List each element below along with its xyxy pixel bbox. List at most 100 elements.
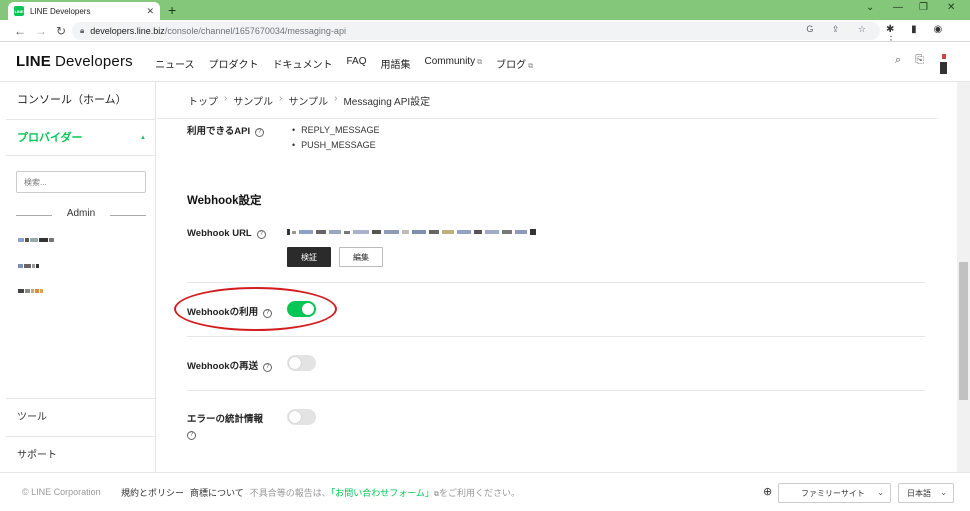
webhook-url-text: Webhook URL bbox=[187, 228, 252, 239]
nav-faq[interactable]: FAQ bbox=[347, 56, 367, 71]
external-link-icon: ⧉ bbox=[528, 63, 534, 70]
webhook-redelivery-toggle[interactable] bbox=[287, 355, 316, 371]
chevron-right-icon: › bbox=[334, 93, 338, 104]
language-label: 日本語 bbox=[907, 488, 931, 498]
api-list: REPLY_MESSAGE PUSH_MESSAGE bbox=[292, 123, 380, 153]
back-arrow-icon[interactable]: ← bbox=[14, 23, 26, 39]
sidebar-item-console-home[interactable]: コンソール（ホーム） bbox=[6, 82, 156, 120]
available-api-text: 利用できるAPI bbox=[187, 126, 251, 137]
language-select[interactable]: 日本語 ⌄ bbox=[898, 483, 954, 503]
footer-report-prefix: 不具合等の報告は、 bbox=[249, 488, 331, 498]
sidebar-item-provider-redacted-3[interactable] bbox=[18, 280, 44, 293]
nav-news[interactable]: ニュース bbox=[155, 56, 195, 71]
global-nav: ニュース プロダクト ドキュメント FAQ 用語集 Community ⧉ ブログ… bbox=[155, 56, 533, 71]
nav-glossary[interactable]: 用語集 bbox=[381, 56, 411, 71]
toggle-knob bbox=[289, 411, 301, 423]
address-bar[interactable]: 🔒︎ developers.line.biz /console/channel/… bbox=[72, 22, 880, 40]
new-tab-button[interactable]: + bbox=[168, 2, 176, 18]
breadcrumb-current: Messaging API設定 bbox=[343, 97, 431, 108]
omnibox-action-icons[interactable]: G ⇪ ☆ bbox=[806, 24, 874, 35]
page-scrollbar[interactable] bbox=[957, 82, 970, 472]
forward-arrow-icon[interactable]: → bbox=[35, 23, 47, 39]
error-statistics-label: エラーの統計情報? bbox=[187, 412, 263, 442]
family-site-label: ファミリーサイト bbox=[801, 488, 865, 498]
minimize-button[interactable]: — bbox=[893, 2, 903, 13]
url-path: /console/channel/1657670034/messaging-ap… bbox=[164, 26, 346, 36]
sidebar-item-provider[interactable]: プロバイダー ▲ bbox=[6, 120, 156, 156]
webhook-redelivery-label: Webhookの再送? bbox=[187, 358, 273, 372]
close-window-button[interactable]: ✕ bbox=[947, 2, 955, 13]
browser-toolbar: ← → ↻ 🔒︎ developers.line.biz /console/ch… bbox=[0, 20, 970, 42]
browser-tab[interactable]: LINE LINE Developers ✕ bbox=[8, 2, 160, 20]
help-icon[interactable]: ? bbox=[263, 363, 273, 372]
sidebar-item-provider-redacted-2[interactable] bbox=[18, 255, 40, 268]
webhook-redelivery-text: Webhookの再送 bbox=[187, 361, 259, 372]
logo-developers: Developers bbox=[54, 53, 133, 70]
url-host: developers.line.biz bbox=[90, 26, 165, 36]
verify-button[interactable]: 検証 bbox=[287, 247, 331, 267]
line-developers-logo[interactable]: LINE Developers bbox=[16, 53, 133, 70]
breadcrumb-top[interactable]: トップ bbox=[188, 93, 218, 108]
tab-search-icon[interactable]: ⌄ bbox=[866, 2, 874, 13]
plus-circle-icon: ⊕ bbox=[763, 486, 773, 498]
family-site-select[interactable]: ⊕ ファミリーサイト ⌄ bbox=[763, 483, 891, 503]
maximize-button[interactable]: ❐ bbox=[919, 2, 928, 13]
tab-close-icon[interactable]: ✕ bbox=[146, 6, 154, 17]
search-icon[interactable]: ⌕ bbox=[895, 54, 901, 74]
provider-search-input[interactable] bbox=[16, 171, 146, 193]
footer: © LINE Corporation 規約とポリシー 商標について 不具合等の報… bbox=[0, 472, 970, 511]
list-item: PUSH_MESSAGE bbox=[292, 138, 380, 153]
caret-up-icon: ▲ bbox=[140, 135, 146, 141]
section-divider bbox=[187, 282, 925, 283]
help-icon[interactable]: ? bbox=[187, 431, 196, 440]
breadcrumb: トップ › サンプル › サンプル › Messaging API設定 bbox=[188, 93, 430, 108]
site-header: LINE Developers ニュース プロダクト ドキュメント FAQ 用語集… bbox=[0, 42, 970, 82]
edit-button[interactable]: 編集 bbox=[339, 247, 383, 267]
main-content: トップ › サンプル › サンプル › Messaging API設定 利用できるAP… bbox=[157, 82, 957, 472]
nav-blog[interactable]: ブログ ⧉ bbox=[496, 56, 533, 71]
lock-icon: 🔒︎ bbox=[80, 26, 85, 35]
nav-products[interactable]: プロダクト bbox=[209, 56, 259, 71]
header-icons: ⌕ ⎘ bbox=[895, 54, 950, 74]
reload-icon[interactable]: ↻ bbox=[56, 23, 66, 39]
tab-title: LINE Developers bbox=[30, 6, 91, 16]
footer-report-suffix: をご利用ください。 bbox=[439, 488, 521, 498]
section-divider bbox=[187, 336, 925, 337]
nav-community[interactable]: Community ⧉ bbox=[425, 56, 483, 71]
webhook-url-redacted bbox=[287, 229, 536, 235]
webhook-url-label: Webhook URL? bbox=[187, 228, 266, 239]
avatar[interactable] bbox=[938, 54, 950, 74]
admin-divider-label: Admin bbox=[16, 208, 146, 219]
external-link-icon: ⧉ bbox=[477, 59, 483, 66]
browser-tabstrip: LINE LINE Developers ✕ + ⌄ — ❐ ✕ bbox=[0, 0, 970, 20]
chevron-right-icon: › bbox=[279, 93, 283, 104]
toggle-knob bbox=[289, 357, 301, 369]
scrollbar-thumb[interactable] bbox=[959, 262, 968, 400]
nav-docs[interactable]: ドキュメント bbox=[273, 56, 333, 71]
footer-links: 規約とポリシー 商標について 不具合等の報告は、「お問い合わせフォーム」⧉をご利… bbox=[121, 486, 520, 499]
footer-terms-link[interactable]: 規約とポリシー bbox=[121, 486, 184, 499]
nav-community-label: Community bbox=[424, 56, 476, 67]
help-icon[interactable]: ? bbox=[256, 230, 266, 239]
sidebar-item-provider-redacted-1[interactable] bbox=[18, 229, 55, 242]
breadcrumb-divider bbox=[157, 118, 937, 119]
nav-blog-label: ブログ bbox=[496, 60, 527, 71]
chevron-down-icon: ⌄ bbox=[940, 488, 947, 497]
section-divider bbox=[187, 390, 925, 391]
sidebar-item-support[interactable]: サポート bbox=[6, 436, 156, 474]
error-statistics-toggle[interactable] bbox=[287, 409, 316, 425]
notification-icon[interactable]: ⎘ bbox=[915, 54, 924, 74]
footer-trademark-link[interactable]: 商標について bbox=[190, 486, 244, 499]
chevron-down-icon: ⌄ bbox=[877, 488, 884, 497]
sidebar: コンソール（ホーム） プロバイダー ▲ Admin ツール サポート bbox=[6, 82, 156, 472]
help-icon[interactable]: ? bbox=[255, 128, 265, 137]
footer-contact-link[interactable]: 「お問い合わせフォーム」 bbox=[331, 488, 434, 498]
error-statistics-text: エラーの統計情報 bbox=[187, 414, 264, 425]
red-highlight-ellipse bbox=[174, 287, 337, 331]
breadcrumb-channel[interactable]: サンプル bbox=[288, 93, 328, 108]
breadcrumb-provider[interactable]: サンプル bbox=[233, 93, 273, 108]
chevron-right-icon: › bbox=[224, 93, 228, 104]
logo-line: LINE bbox=[16, 53, 51, 70]
sidebar-item-tools[interactable]: ツール bbox=[6, 398, 156, 436]
webhook-section-title: Webhook設定 bbox=[187, 195, 262, 207]
